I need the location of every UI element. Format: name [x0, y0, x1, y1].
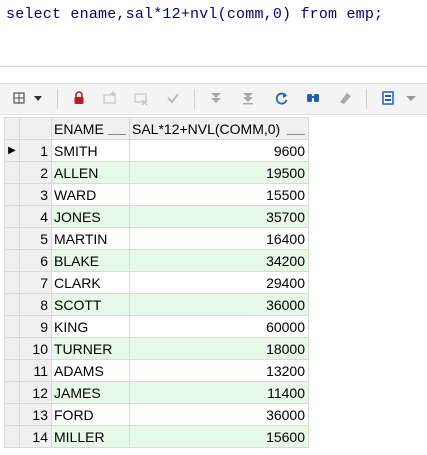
table-row[interactable]: 3 WARD 15500: [4, 183, 309, 206]
row-number: 14: [19, 425, 52, 448]
table-row[interactable]: 6 BLAKE 34200: [4, 249, 309, 272]
row-number: 4: [19, 205, 52, 228]
cell-ename[interactable]: ALLEN: [51, 161, 130, 184]
row-number: 11: [19, 359, 52, 382]
cell-ename[interactable]: MILLER: [51, 425, 130, 448]
cell-ename[interactable]: CLARK: [51, 271, 130, 294]
cell-value[interactable]: 36000: [129, 403, 309, 426]
cell-ename[interactable]: SMITH: [51, 139, 130, 162]
results-grid: ENAME SAL*12+NVL(COMM,0) ▶ 1 SMITH 9600 …: [4, 117, 309, 448]
cell-value[interactable]: 9600: [129, 139, 309, 162]
table-row[interactable]: 2 ALLEN 19500: [4, 161, 309, 184]
cell-value[interactable]: 29400: [129, 271, 309, 294]
more-arrow-icon[interactable]: [402, 87, 420, 109]
row-number: 3: [19, 183, 52, 206]
insert-row-icon[interactable]: [99, 87, 121, 109]
cell-ename[interactable]: ADAMS: [51, 359, 130, 382]
table-row[interactable]: 12 JAMES 11400: [4, 381, 309, 404]
row-number: 8: [19, 293, 52, 316]
refresh-icon[interactable]: [271, 87, 293, 109]
cell-ename[interactable]: FORD: [51, 403, 130, 426]
table-row[interactable]: 9 KING 60000: [4, 315, 309, 338]
export-icon[interactable]: [377, 87, 399, 109]
cell-value[interactable]: 13200: [129, 359, 309, 382]
cell-value[interactable]: 19500: [129, 161, 309, 184]
row-number: 2: [19, 161, 52, 184]
cell-ename[interactable]: JONES: [51, 205, 130, 228]
cell-value[interactable]: 15600: [129, 425, 309, 448]
cell-value[interactable]: 34200: [129, 249, 309, 272]
table-row[interactable]: 13 FORD 36000: [4, 403, 309, 426]
table-row[interactable]: 7 CLARK 29400: [4, 271, 309, 294]
corner-cell: [4, 117, 20, 140]
cell-value[interactable]: 16400: [129, 227, 309, 250]
cell-ename[interactable]: BLAKE: [51, 249, 130, 272]
cell-ename[interactable]: TURNER: [51, 337, 130, 360]
sql-editor[interactable]: select ename,sal*12+nvl(comm,0) from emp…: [0, 0, 427, 67]
row-number: 9: [19, 315, 52, 338]
row-number: 5: [19, 227, 52, 250]
clear-icon[interactable]: [334, 87, 356, 109]
table-row[interactable]: 10 TURNER 18000: [4, 337, 309, 360]
find-icon[interactable]: [302, 87, 324, 109]
cell-ename[interactable]: JAMES: [51, 381, 130, 404]
current-row-indicator: ▶: [4, 139, 20, 162]
post-changes-icon[interactable]: [162, 87, 184, 109]
table-row[interactable]: 4 JONES 35700: [4, 205, 309, 228]
row-number: 1: [19, 139, 52, 162]
row-number: 12: [19, 381, 52, 404]
lock-icon[interactable]: [68, 87, 90, 109]
table-row[interactable]: 8 SCOTT 36000: [4, 293, 309, 316]
cell-value[interactable]: 35700: [129, 205, 309, 228]
delete-row-icon[interactable]: [130, 87, 152, 109]
cell-ename[interactable]: SCOTT: [51, 293, 130, 316]
column-header-ename[interactable]: ENAME: [51, 117, 130, 140]
dropdown-arrow-icon[interactable]: [31, 87, 45, 109]
column-header-expression[interactable]: SAL*12+NVL(COMM,0): [129, 117, 309, 140]
cell-ename[interactable]: MARTIN: [51, 227, 130, 250]
row-num-header: [19, 117, 52, 140]
sql-text[interactable]: select ename,sal*12+nvl(comm,0) from emp…: [6, 6, 383, 23]
cell-ename[interactable]: KING: [51, 315, 130, 338]
grid-menu-icon[interactable]: [8, 87, 30, 109]
cell-value[interactable]: 15500: [129, 183, 309, 206]
fetch-next-icon[interactable]: [205, 87, 227, 109]
fetch-last-icon[interactable]: [237, 87, 259, 109]
cell-value[interactable]: 36000: [129, 293, 309, 316]
table-row[interactable]: ▶ 1 SMITH 9600: [4, 139, 309, 162]
grid-toolbar: [0, 83, 427, 115]
row-number: 10: [19, 337, 52, 360]
table-row[interactable]: 11 ADAMS 13200: [4, 359, 309, 382]
cell-ename[interactable]: WARD: [51, 183, 130, 206]
row-number: 7: [19, 271, 52, 294]
table-row[interactable]: 14 MILLER 15600: [4, 425, 309, 448]
table-row[interactable]: 5 MARTIN 16400: [4, 227, 309, 250]
row-number: 13: [19, 403, 52, 426]
cell-value[interactable]: 60000: [129, 315, 309, 338]
cell-value[interactable]: 11400: [129, 381, 309, 404]
cell-value[interactable]: 18000: [129, 337, 309, 360]
row-number: 6: [19, 249, 52, 272]
